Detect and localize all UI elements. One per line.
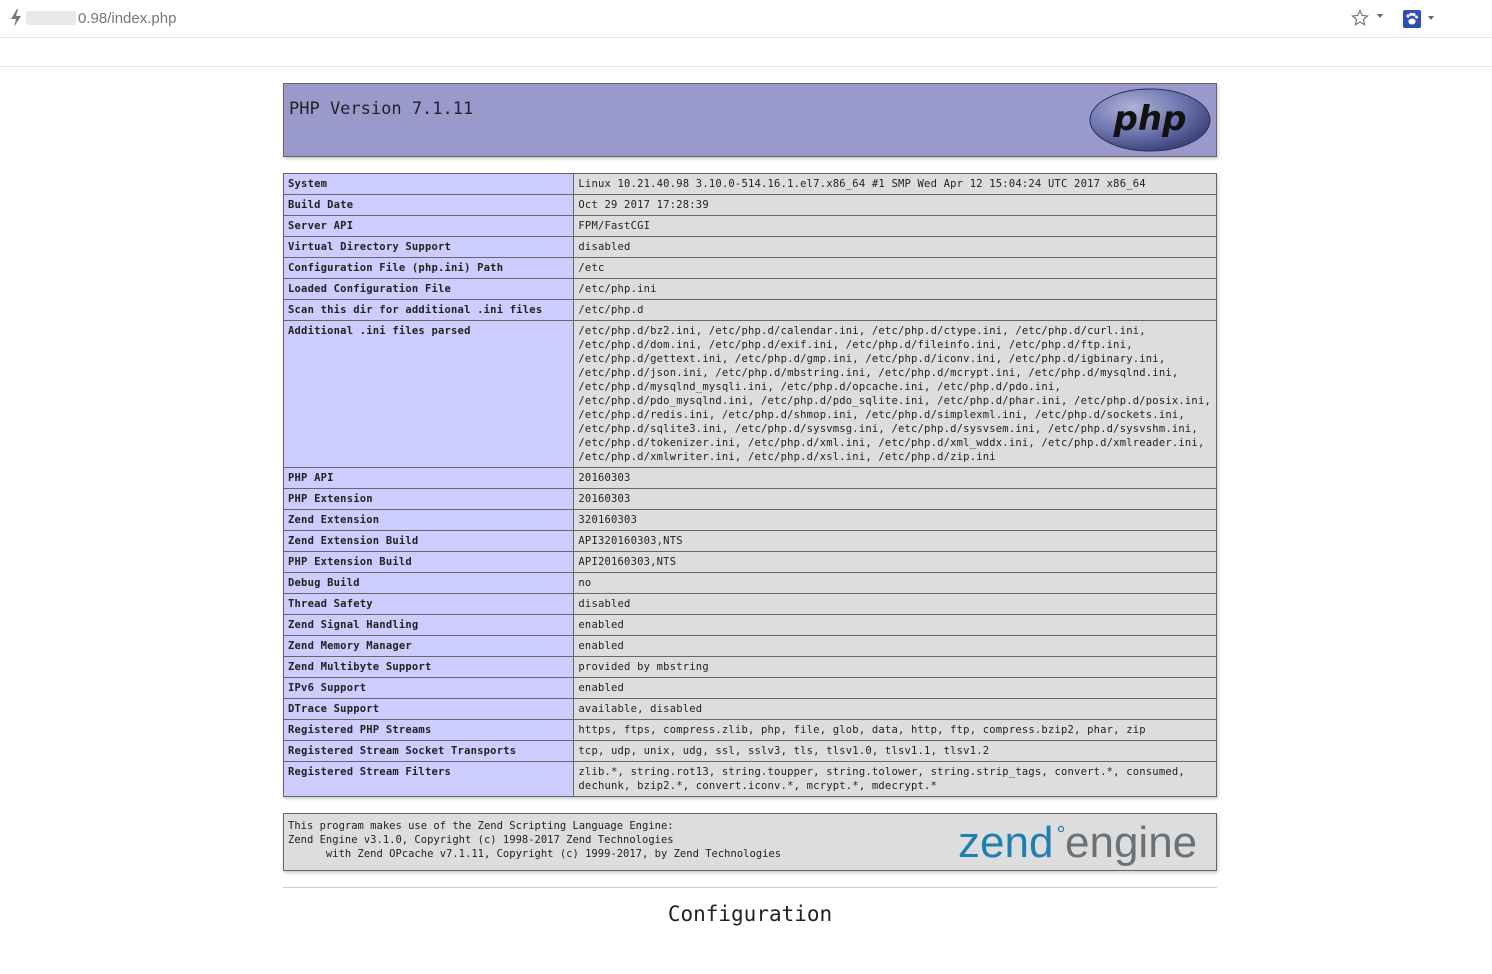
info-row: Zend Memory Manager enabled (282, 635, 1217, 657)
info-row: System Linux 10.21.40.98 3.10.0-514.16.1.… (282, 173, 1217, 195)
info-row: Debug Build no (282, 572, 1217, 594)
info-row: Configuration File (php.ini) Path/etc (282, 257, 1217, 279)
info-row-value: FPM/FastCGI (573, 215, 1217, 237)
zend-logo-left: zend (958, 819, 1053, 867)
info-row-value: /etc/php.d (573, 299, 1217, 321)
php-version-title: PHP Version 7.1.11 (289, 99, 474, 119)
php-logo[interactable]: php (1089, 88, 1211, 152)
zend-engine-text: This program makes use of the Zend Scrip… (288, 820, 782, 860)
info-row-label: PHP API (282, 467, 575, 489)
url-redacted (26, 11, 76, 25)
paw-extension-icon[interactable] (1403, 10, 1421, 28)
info-row-label: Additional .ini files parsed (282, 320, 575, 468)
bookmark-dropdown-icon[interactable] (1377, 14, 1383, 18)
info-row-value: Linux 10.21.40.98 3.10.0-514.16.1.el7.x8… (573, 173, 1217, 195)
info-row-label: Zend Extension (282, 509, 575, 531)
phpinfo-content: PHP Version 7.1.11 php System Linux 10.21… (282, 83, 1217, 926)
info-row: Virtual Directory Support disabled (282, 236, 1217, 258)
info-row-label: Thread Safety (282, 593, 575, 615)
info-row-label: PHP Extension Build (282, 551, 575, 573)
browser-toolbar: 0.98/index.php (0, 0, 1492, 38)
info-row-value: enabled (573, 677, 1217, 699)
section-divider (283, 887, 1217, 888)
info-row: Registered Stream Socket Transports tcp, … (282, 740, 1217, 762)
info-row-label: Registered PHP Streams (282, 719, 575, 741)
address-bar-url[interactable]: 0.98/index.php (78, 10, 176, 27)
info-row-label: IPv6 Support (282, 677, 575, 699)
zend-logo-mark (1057, 825, 1065, 833)
info-row: PHP API 20160303 (282, 467, 1217, 489)
info-row: Zend Extension Build API320160303,NTS (282, 530, 1217, 552)
browser-subbar (0, 38, 1492, 67)
info-row-label: Zend Signal Handling (282, 614, 575, 636)
info-row-label: Loaded Configuration File (282, 278, 575, 300)
zend-engine-logo[interactable]: zend engine (958, 819, 1210, 867)
info-row-value: disabled (573, 236, 1217, 258)
info-row-value: 20160303 (573, 467, 1217, 489)
info-row-label: Registered Stream Filters (282, 761, 575, 797)
info-row: Zend Extension 320160303 (282, 509, 1217, 531)
info-row: Server API FPM/FastCGI (282, 215, 1217, 237)
info-row-value: API20160303,NTS (573, 551, 1217, 573)
zend-engine-box: This program makes use of the Zend Scrip… (283, 813, 1217, 871)
configuration-heading: Configuration (667, 902, 833, 926)
info-row-label: Debug Build (282, 572, 575, 594)
info-row-value: API320160303,NTS (573, 530, 1217, 552)
info-row: Scan this dir for additional .ini files /… (282, 299, 1217, 321)
info-row-label: System (282, 173, 575, 195)
info-row-label: Zend Memory Manager (282, 635, 575, 657)
info-row-value: tcp, udp, unix, udg, ssl, sslv3, tls, tl… (573, 740, 1217, 762)
info-row: PHP Extension 20160303 (282, 488, 1217, 510)
info-row: PHP Extension Build API20160303,NTS (282, 551, 1217, 573)
extension-dropdown-icon[interactable] (1428, 16, 1434, 20)
info-row: Zend Signal Handling enabled (282, 614, 1217, 636)
insecure-lightning-icon (11, 9, 21, 27)
info-row: Thread Safety disabled (282, 593, 1217, 615)
php-logo-text: php (1113, 99, 1187, 139)
info-row-value: enabled (573, 614, 1217, 636)
info-row-value: /etc (573, 257, 1217, 279)
info-row-value: Oct 29 2017 17:28:39 (573, 194, 1217, 216)
info-row: Registered PHP Streams https, ftps, compr… (282, 719, 1217, 741)
info-row-value: 20160303 (573, 488, 1217, 510)
info-row-label: PHP Extension (282, 488, 575, 510)
info-row-label: Zend Multibyte Support (282, 656, 575, 678)
info-row-value: disabled (573, 593, 1217, 615)
info-row-value: no (573, 572, 1217, 594)
php-info-table: System Linux 10.21.40.98 3.10.0-514.16.1.… (282, 173, 1217, 797)
info-row-value: provided by mbstring (573, 656, 1217, 678)
info-row: Additional .ini files parsed/etc/php.d/b… (282, 320, 1217, 468)
info-row-label: Configuration File (php.ini) Path (282, 257, 575, 279)
info-row-value: available, disabled (573, 698, 1217, 720)
info-row-value: /etc/php.ini (573, 278, 1217, 300)
php-version-header: PHP Version 7.1.11 php (283, 83, 1217, 157)
info-row-label: Registered Stream Socket Transports (282, 740, 575, 762)
info-row-value: enabled (573, 635, 1217, 657)
info-row-value: zlib.*, string.rot13, string.toupper, st… (573, 761, 1217, 797)
info-row: IPv6 Support enabled (282, 677, 1217, 699)
bookmark-star-icon[interactable] (1351, 9, 1369, 27)
info-row-label: Zend Extension Build (282, 530, 575, 552)
info-row-value: 320160303 (573, 509, 1217, 531)
info-row: Loaded Configuration File/etc/php.ini (282, 278, 1217, 300)
info-row-label: Virtual Directory Support (282, 236, 575, 258)
info-row-label: Scan this dir for additional .ini files (282, 299, 575, 321)
info-row-label: Server API (282, 215, 575, 237)
info-row: DTrace Support available, disabled (282, 698, 1217, 720)
info-row: Zend Multibyte Support provided by mbstri… (282, 656, 1217, 678)
info-row-label: Build Date (282, 194, 575, 216)
info-row: Build Date Oct 29 2017 17:28:39 (282, 194, 1217, 216)
info-row-value: https, ftps, compress.zlib, php, file, g… (573, 719, 1217, 741)
info-row: Registered Stream Filters zlib.*, string.… (282, 761, 1217, 797)
zend-logo-right: engine (1065, 819, 1197, 867)
info-row-value: /etc/php.d/bz2.ini, /etc/php.d/calendar.… (573, 320, 1217, 468)
info-row-label: DTrace Support (282, 698, 575, 720)
paw-print-icon (1406, 12, 1418, 25)
